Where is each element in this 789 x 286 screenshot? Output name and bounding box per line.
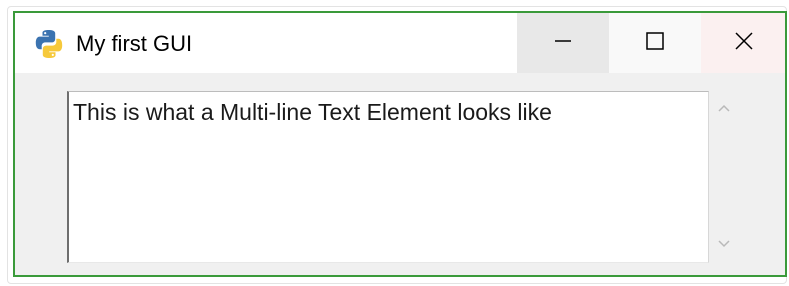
close-icon: [733, 30, 755, 57]
minimize-icon: [553, 31, 573, 56]
python-logo-icon: [33, 28, 65, 60]
scroll-down-arrow-icon[interactable]: [715, 237, 733, 251]
maximize-button[interactable]: [609, 13, 701, 73]
maximize-icon: [645, 31, 665, 56]
scroll-up-arrow-icon[interactable]: [715, 101, 733, 115]
multiline-text[interactable]: This is what a Multi-line Text Element l…: [73, 98, 704, 126]
app-window: My first GUI This is what a Multi-line T…: [13, 11, 787, 277]
window-title: My first GUI: [76, 31, 193, 56]
page: My first GUI This is what a Multi-line T…: [0, 0, 789, 286]
multiline-textbox[interactable]: This is what a Multi-line Text Element l…: [67, 91, 709, 263]
vertical-scrollbar[interactable]: [709, 91, 739, 263]
close-button[interactable]: [701, 13, 785, 73]
window-content: This is what a Multi-line Text Element l…: [15, 73, 785, 275]
title-bar[interactable]: My first GUI: [15, 13, 785, 73]
minimize-button[interactable]: [517, 13, 609, 73]
